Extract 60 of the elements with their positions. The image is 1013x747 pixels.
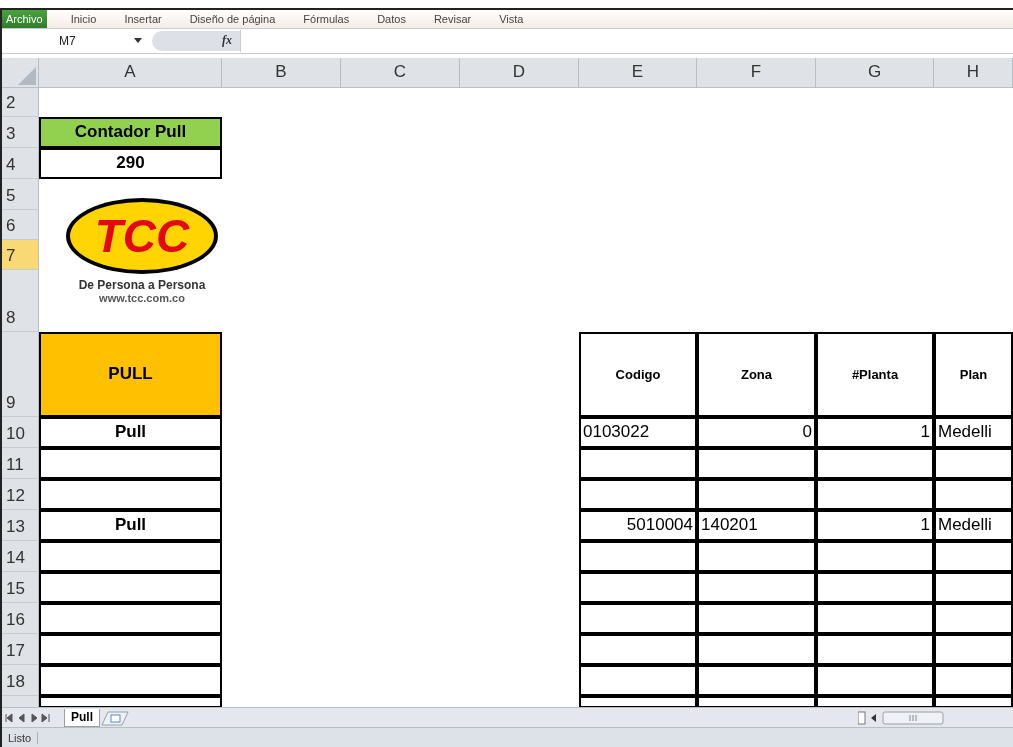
new-sheet-icon[interactable] — [100, 709, 130, 726]
row-header[interactable]: 18 — [2, 664, 39, 696]
table-cell: 0103022 — [579, 416, 697, 448]
table-cell: Contador Pull — [39, 116, 222, 148]
column-header[interactable]: C — [341, 57, 460, 88]
row-header[interactable]: 6 — [2, 209, 39, 240]
table-cell: 140201 — [697, 509, 816, 541]
table-cell: Plan — [934, 331, 1013, 417]
row-header[interactable]: 15 — [2, 571, 39, 603]
insert-function-button[interactable]: fx — [222, 33, 232, 49]
table-cell: 5010004 — [579, 509, 697, 541]
table-cell: Medelli — [934, 416, 1013, 448]
dropdown-caret-icon — [134, 38, 142, 44]
ribbon-tab[interactable]: Revisar — [419, 10, 486, 28]
logo-url: www.tcc.com.co — [99, 291, 185, 304]
table-cell: Pull — [39, 509, 222, 541]
ribbon-tab[interactable]: Datos — [363, 10, 420, 28]
row-header[interactable]: 12 — [2, 478, 39, 510]
row-header[interactable]: 11 — [2, 447, 39, 479]
row-header[interactable]: 7 — [2, 239, 39, 270]
row-header[interactable]: 13 — [2, 509, 39, 541]
column-header[interactable]: B — [222, 57, 341, 88]
table-cell: PULL — [39, 331, 222, 417]
row-header[interactable]: 16 — [2, 602, 39, 634]
column-header[interactable]: E — [579, 57, 697, 88]
column-header[interactable]: A — [39, 57, 222, 88]
row-header[interactable]: 2 — [2, 87, 39, 117]
table-cell: Codigo — [579, 331, 697, 417]
ribbon-tab[interactable]: Insertar — [110, 10, 176, 28]
table-cell: 0 — [697, 416, 816, 448]
row-header[interactable]: 4 — [2, 147, 39, 179]
name-box[interactable]: M7 — [2, 33, 152, 48]
ribbon-tab[interactable]: Vista — [485, 10, 538, 28]
status-text: Listo — [2, 731, 39, 744]
table-cell: 290 — [39, 147, 222, 179]
logo-mark: TCC — [64, 195, 220, 276]
logo-tagline: De Persona a Persona — [78, 277, 206, 292]
table-cell: 1 — [816, 416, 934, 448]
row-header[interactable]: 17 — [2, 633, 39, 665]
column-header[interactable]: D — [460, 57, 579, 88]
table-cell: Pull — [39, 416, 222, 448]
row-header[interactable]: 8 — [2, 269, 39, 332]
table-cell: Medelli — [934, 509, 1013, 541]
ribbon-tab[interactable]: Inicio — [56, 10, 111, 28]
row-header[interactable]: 14 — [2, 540, 39, 572]
ribbon-tab[interactable]: Archivo — [2, 10, 47, 28]
row-header[interactable]: 10 — [2, 416, 39, 448]
select-all-button[interactable] — [2, 57, 39, 88]
column-header[interactable]: F — [697, 57, 816, 88]
row-header[interactable]: 5 — [2, 178, 39, 210]
ribbon-tab[interactable]: Fórmulas — [289, 10, 364, 28]
table-cell: Zona — [697, 331, 816, 417]
column-header[interactable]: H — [934, 57, 1013, 88]
table-cell: #Planta — [816, 331, 934, 417]
ribbon-tab[interactable]: Diseño de página — [175, 10, 290, 28]
table-cell: 1 — [816, 509, 934, 541]
column-header[interactable]: G — [816, 57, 934, 88]
sheet-tab[interactable]: Pull — [64, 708, 100, 727]
row-header[interactable]: 9 — [2, 331, 39, 417]
row-header[interactable]: 3 — [2, 116, 39, 148]
